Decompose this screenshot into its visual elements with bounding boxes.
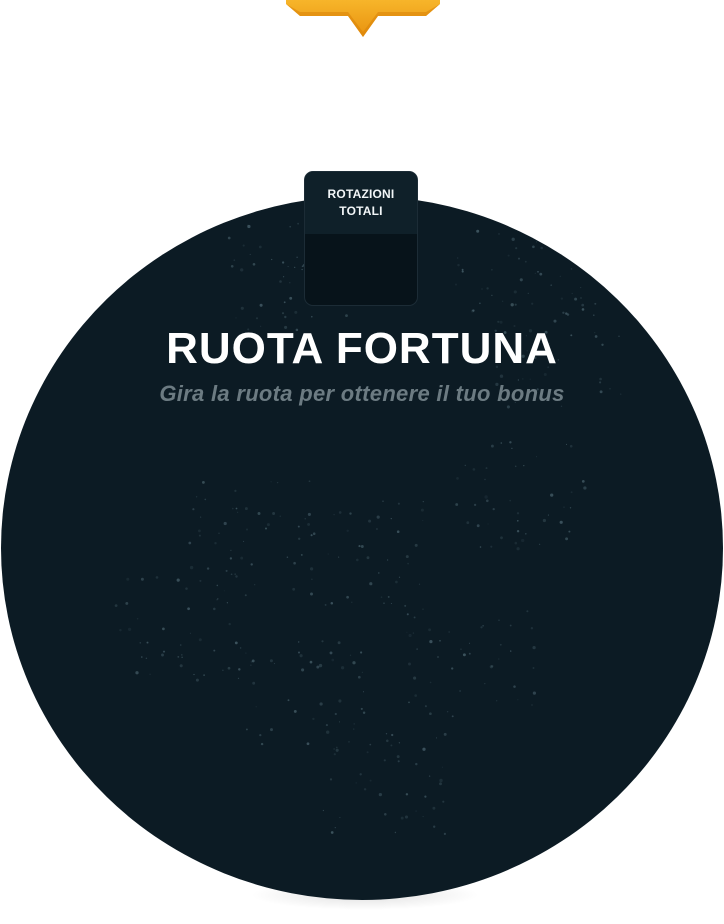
fortune-wheel-screen: ROTAZIONI TOTALI RUOTA FORTUNA Gira la r… [0,0,724,924]
total-spins-value [305,234,417,305]
total-spins-label: ROTAZIONI TOTALI [305,172,417,234]
game-title: RUOTA FORTUNA [166,324,558,373]
total-spins-label-line1: ROTAZIONI [327,187,395,201]
pointer-arrow-icon [286,0,440,37]
total-spins-counter: ROTAZIONI TOTALI [304,171,418,306]
total-spins-label-line2: TOTALI [339,204,383,218]
game-subtitle: Gira la ruota per ottenere il tuo bonus [159,381,565,406]
